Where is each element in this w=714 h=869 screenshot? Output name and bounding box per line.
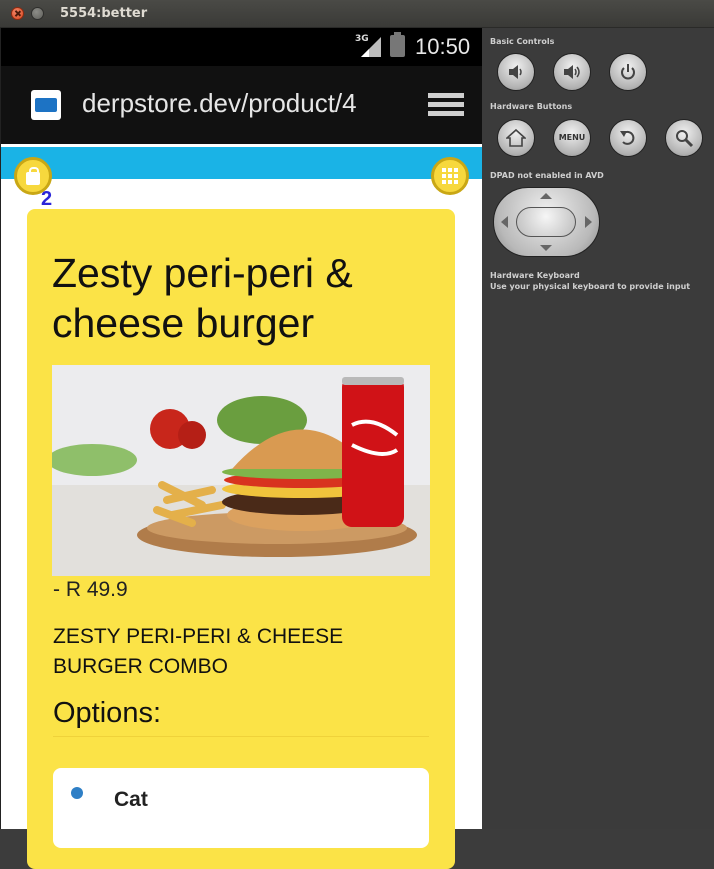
volume-up-button[interactable] [553,53,591,91]
burger-combo-image [52,365,430,576]
battery-icon [390,32,405,57]
status-time: 10:50 [415,34,471,59]
product-title: Zesty peri-peri & cheese burger [52,250,353,346]
url-field[interactable]: derpstore.dev/product/4 [82,88,357,119]
basic-controls-heading: Basic Controls [490,37,555,46]
window-title-bar: 5554:better [0,0,714,28]
back-button[interactable] [609,119,647,157]
close-window-icon[interactable] [11,7,24,20]
volume-down-button[interactable] [497,53,535,91]
option-radio[interactable] [71,787,83,799]
shopping-bag-icon [26,167,40,185]
minimize-window-icon[interactable] [31,7,44,20]
option-label: Cat [114,788,148,811]
hardware-keyboard-description: Use your physical keyboard to provide in… [490,282,691,291]
search-button[interactable] [665,119,703,157]
volume-down-icon [509,65,522,79]
search-icon [676,130,694,148]
menu-button[interactable]: MENU [553,119,591,157]
option-item[interactable] [53,768,429,848]
back-arrow-icon [620,130,635,145]
status-bar: 3G 10:50 [1,28,482,66]
browser-url-bar: derpstore.dev/product/4 [1,66,482,144]
product-photo [52,365,430,576]
cart-count-badge: 2 [41,188,53,210]
hardware-keyboard-heading: Hardware Keyboard [490,271,580,280]
options-heading: Options: [53,697,161,729]
grid-icon [442,168,458,184]
menu-grid-button[interactable] [431,157,469,195]
browser-menu-icon[interactable] [428,93,464,121]
home-icon [506,128,526,147]
site-favicon-icon [31,90,61,120]
menu-button-label: MENU [558,133,586,142]
power-icon [621,64,635,80]
hardware-buttons-heading: Hardware Buttons [490,102,573,111]
home-button[interactable] [497,119,535,157]
volume-up-icon [564,65,580,79]
dpad-heading: DPAD not enabled in AVD [490,171,604,180]
signal-icon [361,37,381,57]
hardware-keyboard-note: Hardware Keyboard Use your physical keyb… [490,270,710,292]
product-description: ZESTY PERI-PERI & CHEESE BURGER COMBO [53,625,344,678]
options-divider [53,736,429,737]
window-title: 5554:better [60,6,148,21]
store-header-bar [1,144,482,182]
dpad-arrows-icon [501,193,592,251]
product-price: - R 49.9 [53,578,128,601]
power-button[interactable] [609,53,647,91]
